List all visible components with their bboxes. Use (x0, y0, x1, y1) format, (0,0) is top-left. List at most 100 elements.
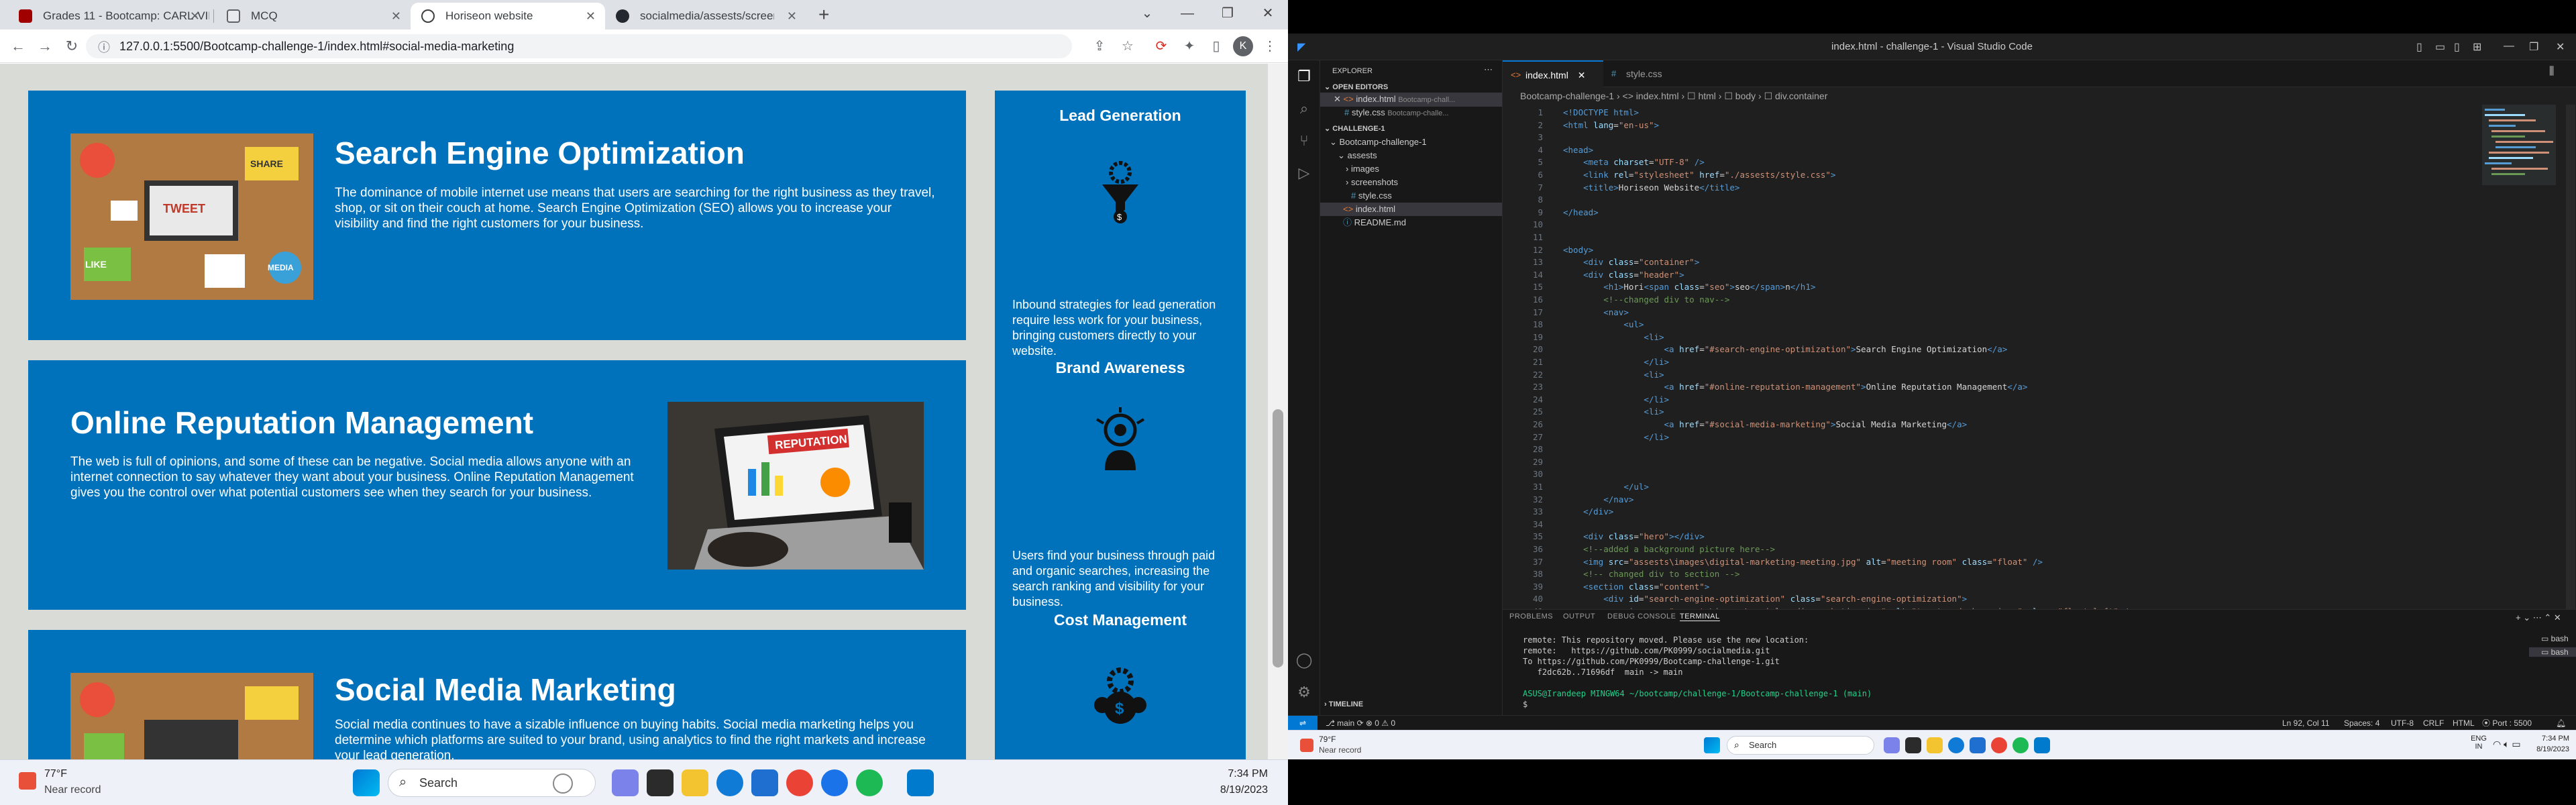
tab-terminal[interactable]: TERMINAL (1680, 612, 1720, 621)
address-bar[interactable]: ⓘ 127.0.0.1:5500/Bootcamp-challenge-1/in… (86, 34, 1072, 58)
language-mode[interactable]: HTML (2453, 716, 2475, 731)
file-explorer-icon[interactable] (1927, 737, 1943, 753)
close-tab-icon[interactable]: ✕ (586, 3, 596, 30)
code-line[interactable]: <li> (1563, 407, 1664, 417)
puzzle-extensions-icon[interactable]: ✦ (1179, 36, 1199, 56)
code-line[interactable]: <body> (1563, 245, 1593, 255)
code-line[interactable]: <meta charset="UTF-8" /> (1563, 157, 1705, 167)
workspace-header[interactable]: ⌄ CHALLENGE-1 (1324, 122, 1385, 136)
code-line[interactable]: <div class="container"> (1563, 257, 1699, 267)
code-line[interactable]: <link rel="stylesheet" href="./assests/s… (1563, 170, 1835, 180)
tree-item[interactable]: › screenshots (1346, 176, 1398, 189)
edge-icon[interactable] (716, 769, 743, 796)
spotify-icon[interactable] (856, 769, 883, 796)
tree-item[interactable]: ⓘ README.md (1343, 216, 1406, 229)
clock-date[interactable]: 8/19/2023 (2526, 745, 2569, 753)
remote-icon[interactable]: ⇌ (1288, 716, 1318, 731)
source-control-icon[interactable]: ⑂ (1295, 131, 1313, 150)
close-tab-icon[interactable]: ✕ (787, 3, 797, 30)
vscode-icon[interactable] (907, 769, 934, 796)
chrome-icon[interactable] (786, 769, 813, 796)
bing-icon[interactable] (553, 773, 573, 794)
forward-arrow-icon[interactable]: → (34, 35, 56, 58)
editor-scrollbar[interactable] (2566, 105, 2575, 609)
terminal-instance[interactable]: ▭ bash (2541, 634, 2569, 643)
side-panel-icon[interactable]: ▯ (1206, 36, 1226, 56)
tree-item[interactable]: # style.css (1351, 189, 1392, 203)
teams-icon[interactable] (1884, 737, 1900, 753)
store-icon[interactable] (1970, 737, 1986, 753)
code-line[interactable]: <html lang="en-us"> (1563, 120, 1659, 130)
close-window-button[interactable]: ✕ (1248, 0, 1288, 27)
tree-item-selected[interactable]: <> index.html (1320, 203, 1502, 216)
split-editor-icon[interactable]: ⫼ (2549, 66, 2554, 78)
open-editor-item[interactable]: ✕ <> index.html Bootcamp-chall... (1320, 93, 1502, 107)
code-line[interactable]: <nav> (1563, 307, 1629, 317)
vscode-icon[interactable] (2034, 737, 2050, 753)
file-explorer-icon[interactable] (682, 769, 708, 796)
terminal-instance-active[interactable]: ▭ bash (2529, 647, 2576, 657)
notifications-bell-icon[interactable]: 🔔︎ (2556, 716, 2566, 731)
code-line[interactable]: <h1>Hori<span class="seo">seo</span>n</h… (1563, 282, 1815, 292)
code-line[interactable]: <div class="header"> (1563, 270, 1684, 280)
weather-text[interactable]: Near record (1319, 745, 1361, 755)
close-tab-icon[interactable]: ✕ (1578, 70, 1586, 80)
close-tab-icon[interactable]: ✕ (391, 3, 401, 30)
code-line[interactable]: <!DOCTYPE html> (1563, 107, 1639, 117)
share-icon[interactable]: ⇪ (1089, 36, 1110, 56)
weather-icon[interactable] (1300, 739, 1313, 752)
tab-horiseon[interactable]: Horiseon website ✕ (411, 3, 605, 30)
code-line[interactable]: <li> (1563, 370, 1664, 380)
chrome-icon[interactable] (1991, 737, 2007, 753)
code-line[interactable]: </li> (1563, 357, 1669, 367)
code-line[interactable]: <div class="hero"></div> (1563, 531, 1705, 541)
tab-style-css[interactable]: # style.css (1603, 60, 1690, 87)
code-line[interactable]: </nav> (1563, 494, 1633, 504)
code-line[interactable]: <a href="#social-media-marketing">Social… (1563, 419, 1968, 429)
minimize-button[interactable]: — (1167, 0, 1208, 27)
toggle-secondary-icon[interactable]: ▯ (2454, 40, 2460, 54)
profile-avatar[interactable]: K (1233, 36, 1253, 56)
explorer-files-icon[interactable]: ❐ (1295, 67, 1313, 86)
code-line[interactable]: </li> (1563, 394, 1669, 405)
wifi-volume-battery-icon[interactable]: ◠ 🔈︎ ▭ (2493, 739, 2521, 750)
weather-icon[interactable] (19, 772, 36, 790)
encoding[interactable]: UTF-8 (2391, 716, 2414, 731)
code-editor[interactable]: 1 <!DOCTYPE html> 2 <html lang="en-us"> 3 4 <h… (1503, 105, 2469, 616)
store-icon[interactable] (751, 769, 778, 796)
tree-item[interactable]: › images (1346, 162, 1379, 176)
weather-text[interactable]: Near record (44, 784, 101, 796)
tab-output[interactable]: OUTPUT (1563, 612, 1595, 621)
bookmark-star-icon[interactable]: ☆ (1118, 36, 1138, 56)
code-line[interactable]: <li> (1563, 332, 1664, 342)
code-line[interactable]: </ul> (1563, 482, 1649, 492)
settings-gear-icon[interactable]: ⚙ (1295, 683, 1313, 702)
code-line[interactable]: <title>Horiseon Website</title> (1563, 182, 1739, 193)
open-editors-header[interactable]: ⌄ OPEN EDITORS (1324, 80, 1388, 94)
clock-time[interactable]: 7:34 PM (2529, 735, 2569, 743)
task-view-icon[interactable] (647, 769, 674, 796)
code-line[interactable]: <div id="search-engine-optimization" cla… (1563, 594, 1967, 604)
extension-icon[interactable]: ⟳ (1151, 36, 1171, 56)
code-line[interactable]: <section class="content"> (1563, 582, 1709, 592)
spotify-icon[interactable] (2012, 737, 2029, 753)
code-line[interactable]: </head> (1563, 207, 1599, 217)
open-editor-item[interactable]: # style.css Bootcamp-challe... (1344, 106, 1448, 120)
tab-debug-console[interactable]: DEBUG CONSOLE (1607, 612, 1676, 621)
clock-time[interactable]: 7:34 PM (1221, 768, 1268, 780)
minimap[interactable] (2482, 105, 2556, 609)
code-line[interactable]: <a href="#online-reputation-management">… (1563, 382, 2028, 392)
minimize-button[interactable]: — (2504, 40, 2514, 52)
tab-index-html[interactable]: <> index.html ✕ (1503, 60, 1603, 87)
windows-start-icon[interactable] (353, 769, 380, 796)
tab-grades[interactable]: Grades 11 - Bootcamp: CARL-VIR ✕ (8, 3, 209, 30)
close-window-button[interactable]: ✕ (2556, 40, 2565, 54)
git-branch-status[interactable]: ⎇ main ⟳ ⊗ 0 ⚠ 0 (1326, 716, 1395, 731)
cursor-position[interactable]: Ln 92, Col 11 (2282, 716, 2330, 731)
back-arrow-icon[interactable]: ← (7, 35, 30, 58)
code-line[interactable]: <ul> (1563, 319, 1644, 329)
scrollbar-thumb[interactable] (1273, 409, 1283, 667)
weather-temp[interactable]: 79°F (1319, 735, 1336, 744)
tree-item[interactable]: ⌄ Bootcamp-challenge-1 (1330, 136, 1427, 149)
breadcrumb[interactable]: Bootcamp-challenge-1 › <> index.html › ☐… (1503, 87, 2576, 105)
